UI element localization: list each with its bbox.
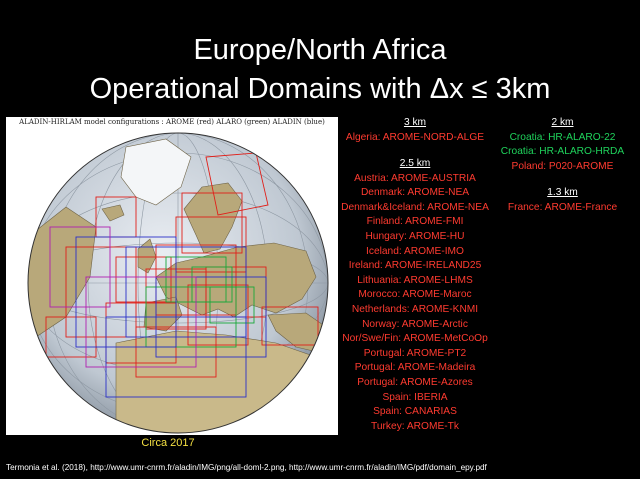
circa-label: Circa 2017 — [141, 437, 195, 449]
map-caption: ALADIN-HIRLAM model configurations : ARO… — [19, 118, 325, 126]
domain-entry: Algeria: AROME-NORD-ALGE — [345, 131, 485, 143]
globe-map — [27, 132, 329, 434]
section-header: 3 km — [403, 117, 427, 128]
domain-entry: Poland: P020-AROME — [511, 160, 614, 172]
domain-entry: Denmark: AROME-NEA — [360, 187, 470, 199]
domain-map-figure: ALADIN-HIRLAM model configurations : ARO… — [6, 117, 338, 435]
domain-entry: Turkey: AROME-Tk — [371, 420, 459, 432]
domain-entry: Hungary: AROME-HU — [365, 230, 465, 242]
domain-entry: Portugal: AROME-PT2 — [363, 347, 467, 359]
section-1-3km: 1.3 km France: AROME-France — [490, 186, 635, 215]
domain-entry: France: AROME-France — [507, 201, 618, 213]
domain-entry: Croatia: HR-ALARO-HRDA — [500, 146, 625, 158]
domain-entry: Netherlands: AROME-KNMI — [351, 303, 479, 315]
domain-entry: Portugal: AROME-Madeira — [354, 362, 476, 374]
section-header: 1.3 km — [547, 187, 578, 198]
domain-entry: Denmark&Iceland: AROME-NEA — [341, 201, 489, 213]
section-3km: 3 km Algeria: AROME-NORD-ALGE — [340, 116, 490, 145]
domain-entry: Spain: CANARIAS — [373, 406, 457, 418]
domain-entry: Portugal: AROME-Azores — [357, 376, 473, 388]
citation: Termonia et al. (2018), http://www.umr-c… — [6, 463, 487, 472]
domain-entry: Norway: AROME-Arctic — [362, 318, 468, 330]
section-2km: 2 km Croatia: HR-ALARO-22 Croatia: HR-AL… — [490, 116, 635, 174]
domain-entry: Finland: AROME-FMI — [366, 216, 464, 228]
domain-entry: Nor/Swe/Fin: AROME-MetCoOp — [342, 333, 488, 345]
domain-entry: Spain: IBERIA — [382, 391, 448, 403]
section-header: 2.5 km — [399, 158, 431, 169]
domain-entry: Lithuania: AROME-LHMS — [357, 274, 473, 286]
domain-entry: Croatia: HR-ALARO-22 — [509, 131, 616, 143]
domain-entry: Austria: AROME-AUSTRIA — [354, 172, 476, 184]
domain-entry: Morocco: AROME-Maroc — [358, 289, 472, 301]
page-title-line-1: Europe/North Africa — [193, 34, 447, 66]
domain-entry: Iceland: AROME-IMO — [366, 245, 464, 257]
domain-entry: Ireland: AROME-IRELAND25 — [348, 260, 482, 272]
section-2-5km: 2.5 km Austria: AROME-AUSTRIA Denmark: A… — [330, 157, 500, 434]
section-header: 2 km — [551, 117, 574, 128]
page-title-line-2: Operational Domains with Δx ≤ 3km — [89, 73, 551, 105]
